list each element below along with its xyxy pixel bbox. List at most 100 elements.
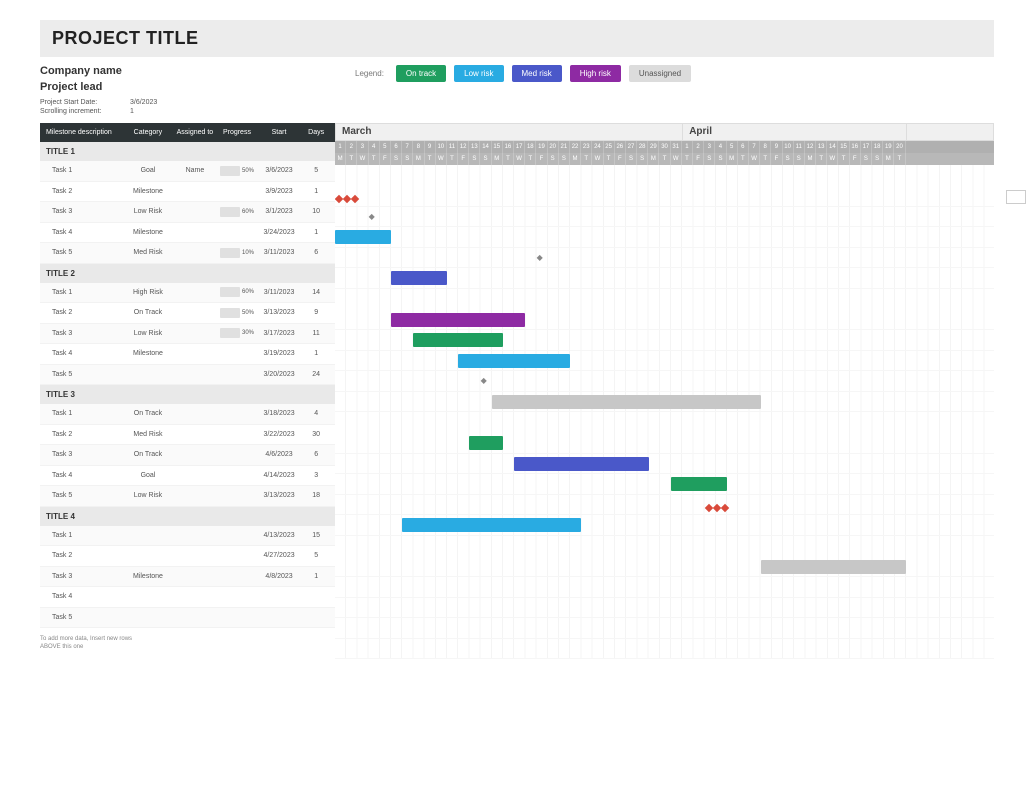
gantt-bar[interactable] [671,477,727,491]
table-row[interactable]: Task 1High Risk60%3/11/202314 [40,283,335,304]
table-row[interactable]: Task 3Milestone4/8/20231 [40,567,335,588]
table-row[interactable]: Task 24/27/20235 [40,546,335,567]
cell-category: Goal [123,167,172,174]
table-row[interactable]: Task 5Low Risk3/13/202318 [40,486,335,507]
cell-days: 5 [301,167,331,174]
table-row[interactable]: Task 2Med Risk3/22/202330 [40,425,335,446]
gantt-bar[interactable] [458,354,570,368]
table-row[interactable]: Task 4Milestone3/19/20231 [40,344,335,365]
gantt-bar[interactable] [469,436,503,450]
gantt-bar[interactable] [335,230,391,244]
day-cell: 13 [469,141,480,153]
cell-days: 5 [301,552,331,559]
table-row[interactable]: Task 53/20/202324 [40,365,335,386]
weekday-cell: F [536,153,547,165]
cell-desc: Task 5 [44,492,123,499]
weekday-cell: T [682,153,693,165]
side-widget[interactable] [1006,190,1026,204]
table-row[interactable]: Task 1On Track3/18/20234 [40,404,335,425]
table-row[interactable]: Task 2On Track50%3/13/20239 [40,303,335,324]
gantt-row: ◆ [335,207,994,228]
day-cell: 20 [894,141,905,153]
legend-chip-lowrisk[interactable]: Low risk [454,65,503,82]
gantt-row [335,639,994,660]
day-cell: 11 [794,141,805,153]
day-cell: 7 [749,141,760,153]
table-row[interactable]: Task 4 [40,587,335,608]
col-days: Days [301,129,331,136]
cell-start: 3/11/2023 [257,249,302,256]
table-row[interactable]: Task 5 [40,608,335,629]
section-header: TITLE 1 [40,142,335,161]
section-header: TITLE 4 [40,507,335,526]
cell-desc: Task 1 [44,289,123,296]
cell-days: 30 [301,431,331,438]
cell-start: 3/19/2023 [257,350,302,357]
day-cell: 14 [827,141,838,153]
project-lead: Project lead [40,81,335,93]
table-row[interactable]: Task 4Milestone3/24/20231 [40,223,335,244]
cell-category: On Track [123,309,172,316]
weekday-cell: T [659,153,670,165]
weekday-cell: F [693,153,704,165]
weekday-cell: F [380,153,391,165]
table-row[interactable]: Task 2Milestone3/9/20231 [40,182,335,203]
gantt-row [335,310,994,331]
cell-desc: Task 4 [44,350,123,357]
cell-category: High Risk [123,289,172,296]
day-cell: 2 [346,141,357,153]
cell-desc: Task 4 [44,229,123,236]
gantt-row [335,515,994,536]
col-progress: Progress [217,129,257,136]
day-cell: 26 [615,141,626,153]
table-row[interactable]: Task 3On Track4/6/20236 [40,445,335,466]
gantt-bar[interactable] [761,560,907,574]
gantt-bar[interactable] [391,271,447,285]
weekday-cell: T [503,153,514,165]
cell-days: 18 [301,492,331,499]
weekday-cell: S [469,153,480,165]
table-row[interactable]: Task 3Low Risk30%3/17/202311 [40,324,335,345]
table-row[interactable]: Task 4Goal4/14/20233 [40,466,335,487]
legend-chip-unassigned[interactable]: Unassigned [629,65,691,82]
weekday-cell: T [346,153,357,165]
cell-days: 9 [301,309,331,316]
table-row[interactable]: Task 1GoalName50%3/6/20235 [40,161,335,182]
gantt-row [335,474,994,495]
table-row[interactable]: Task 14/13/202315 [40,526,335,547]
cell-category: On Track [123,410,172,417]
gantt-bar[interactable] [514,457,648,471]
cell-category: Milestone [123,350,172,357]
cell-category: Med Risk [123,431,172,438]
table-row[interactable]: Task 3Low Risk60%3/1/202310 [40,202,335,223]
cell-progress: 50% [217,308,257,318]
chart-section-spacer [335,289,994,310]
cell-days: 6 [301,451,331,458]
gantt-bar[interactable] [391,313,525,327]
weekday-cell: S [872,153,883,165]
gantt-bar[interactable] [402,518,581,532]
gantt-bar[interactable] [413,333,503,347]
gantt-bar[interactable] [492,395,761,409]
weekday-cell: T [894,153,905,165]
day-cell: 23 [581,141,592,153]
cell-start: 4/6/2023 [257,451,302,458]
legend-chip-ontrack[interactable]: On track [396,65,446,82]
day-cell: 2 [693,141,704,153]
table-row[interactable]: Task 5Med Risk10%3/11/20236 [40,243,335,264]
legend-chip-medrisk[interactable]: Med risk [512,65,562,82]
scroll-increment-label: Scrolling increment: [40,108,110,115]
milestone-icon: ◆ [537,253,543,262]
legend-chip-highrisk[interactable]: High risk [570,65,621,82]
gantt-row [335,577,994,598]
chart-section-spacer [335,412,994,433]
weekday-cell: S [637,153,648,165]
weekday-cell: T [581,153,592,165]
weekday-cell: W [749,153,760,165]
day-cell: 8 [413,141,424,153]
cell-category: Low Risk [123,208,172,215]
day-cell: 28 [637,141,648,153]
day-cell: 17 [861,141,872,153]
cell-category: Med Risk [123,249,172,256]
cell-category: On Track [123,451,172,458]
